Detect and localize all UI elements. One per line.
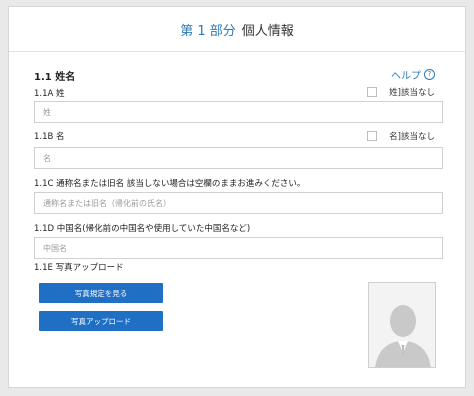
given-name-na-label: 名]該当なし (389, 132, 435, 142)
given-name-na-option[interactable]: 名]該当なし (367, 130, 435, 142)
avatar-placeholder-icon (369, 283, 435, 367)
alias-input[interactable]: 通称名または旧名（帰化前の氏名） (34, 192, 443, 214)
surname-na-checkbox[interactable] (367, 87, 378, 97)
given-name-input[interactable]: 名 (34, 147, 443, 169)
given-name-label: 1.1B 名 (34, 132, 65, 142)
section-heading: 1.1 姓名 (34, 72, 76, 83)
view-photo-rules-button[interactable]: 写真規定を見る (39, 283, 163, 303)
surname-na-label: 姓]該当なし (389, 88, 435, 98)
form-card: 第 1 部分 個人情報 1.1 姓名 ヘルプ ? 1.1A 姓 姓]該当なし 姓… (8, 6, 466, 388)
chinese-name-input[interactable]: 中国名 (34, 237, 443, 259)
help-label: ヘルプ (391, 71, 421, 82)
chinese-name-label: 1.1D 中国名(帰化前の中国名や使用していた中国名など) (34, 224, 251, 234)
photo-upload-label: 1.1E 写真アップロード (34, 263, 124, 273)
section-title: 個人情報 (241, 23, 294, 39)
help-link[interactable]: ヘルプ ? (391, 67, 435, 82)
surname-na-option[interactable]: 姓]該当なし (367, 86, 435, 98)
alias-label: 1.1C 通称名または旧名 該当しない場合は空欄のままお進みください。 (34, 179, 306, 189)
surname-label: 1.1A 姓 (34, 89, 65, 99)
help-icon: ? (424, 69, 435, 80)
page-header: 第 1 部分 個人情報 (9, 7, 465, 52)
part-label: 第 1 部分 (180, 23, 236, 39)
photo-preview (368, 282, 436, 368)
surname-input[interactable]: 姓 (34, 101, 443, 123)
given-name-na-checkbox[interactable] (367, 131, 378, 141)
upload-photo-button[interactable]: 写真アップロード (39, 311, 163, 331)
